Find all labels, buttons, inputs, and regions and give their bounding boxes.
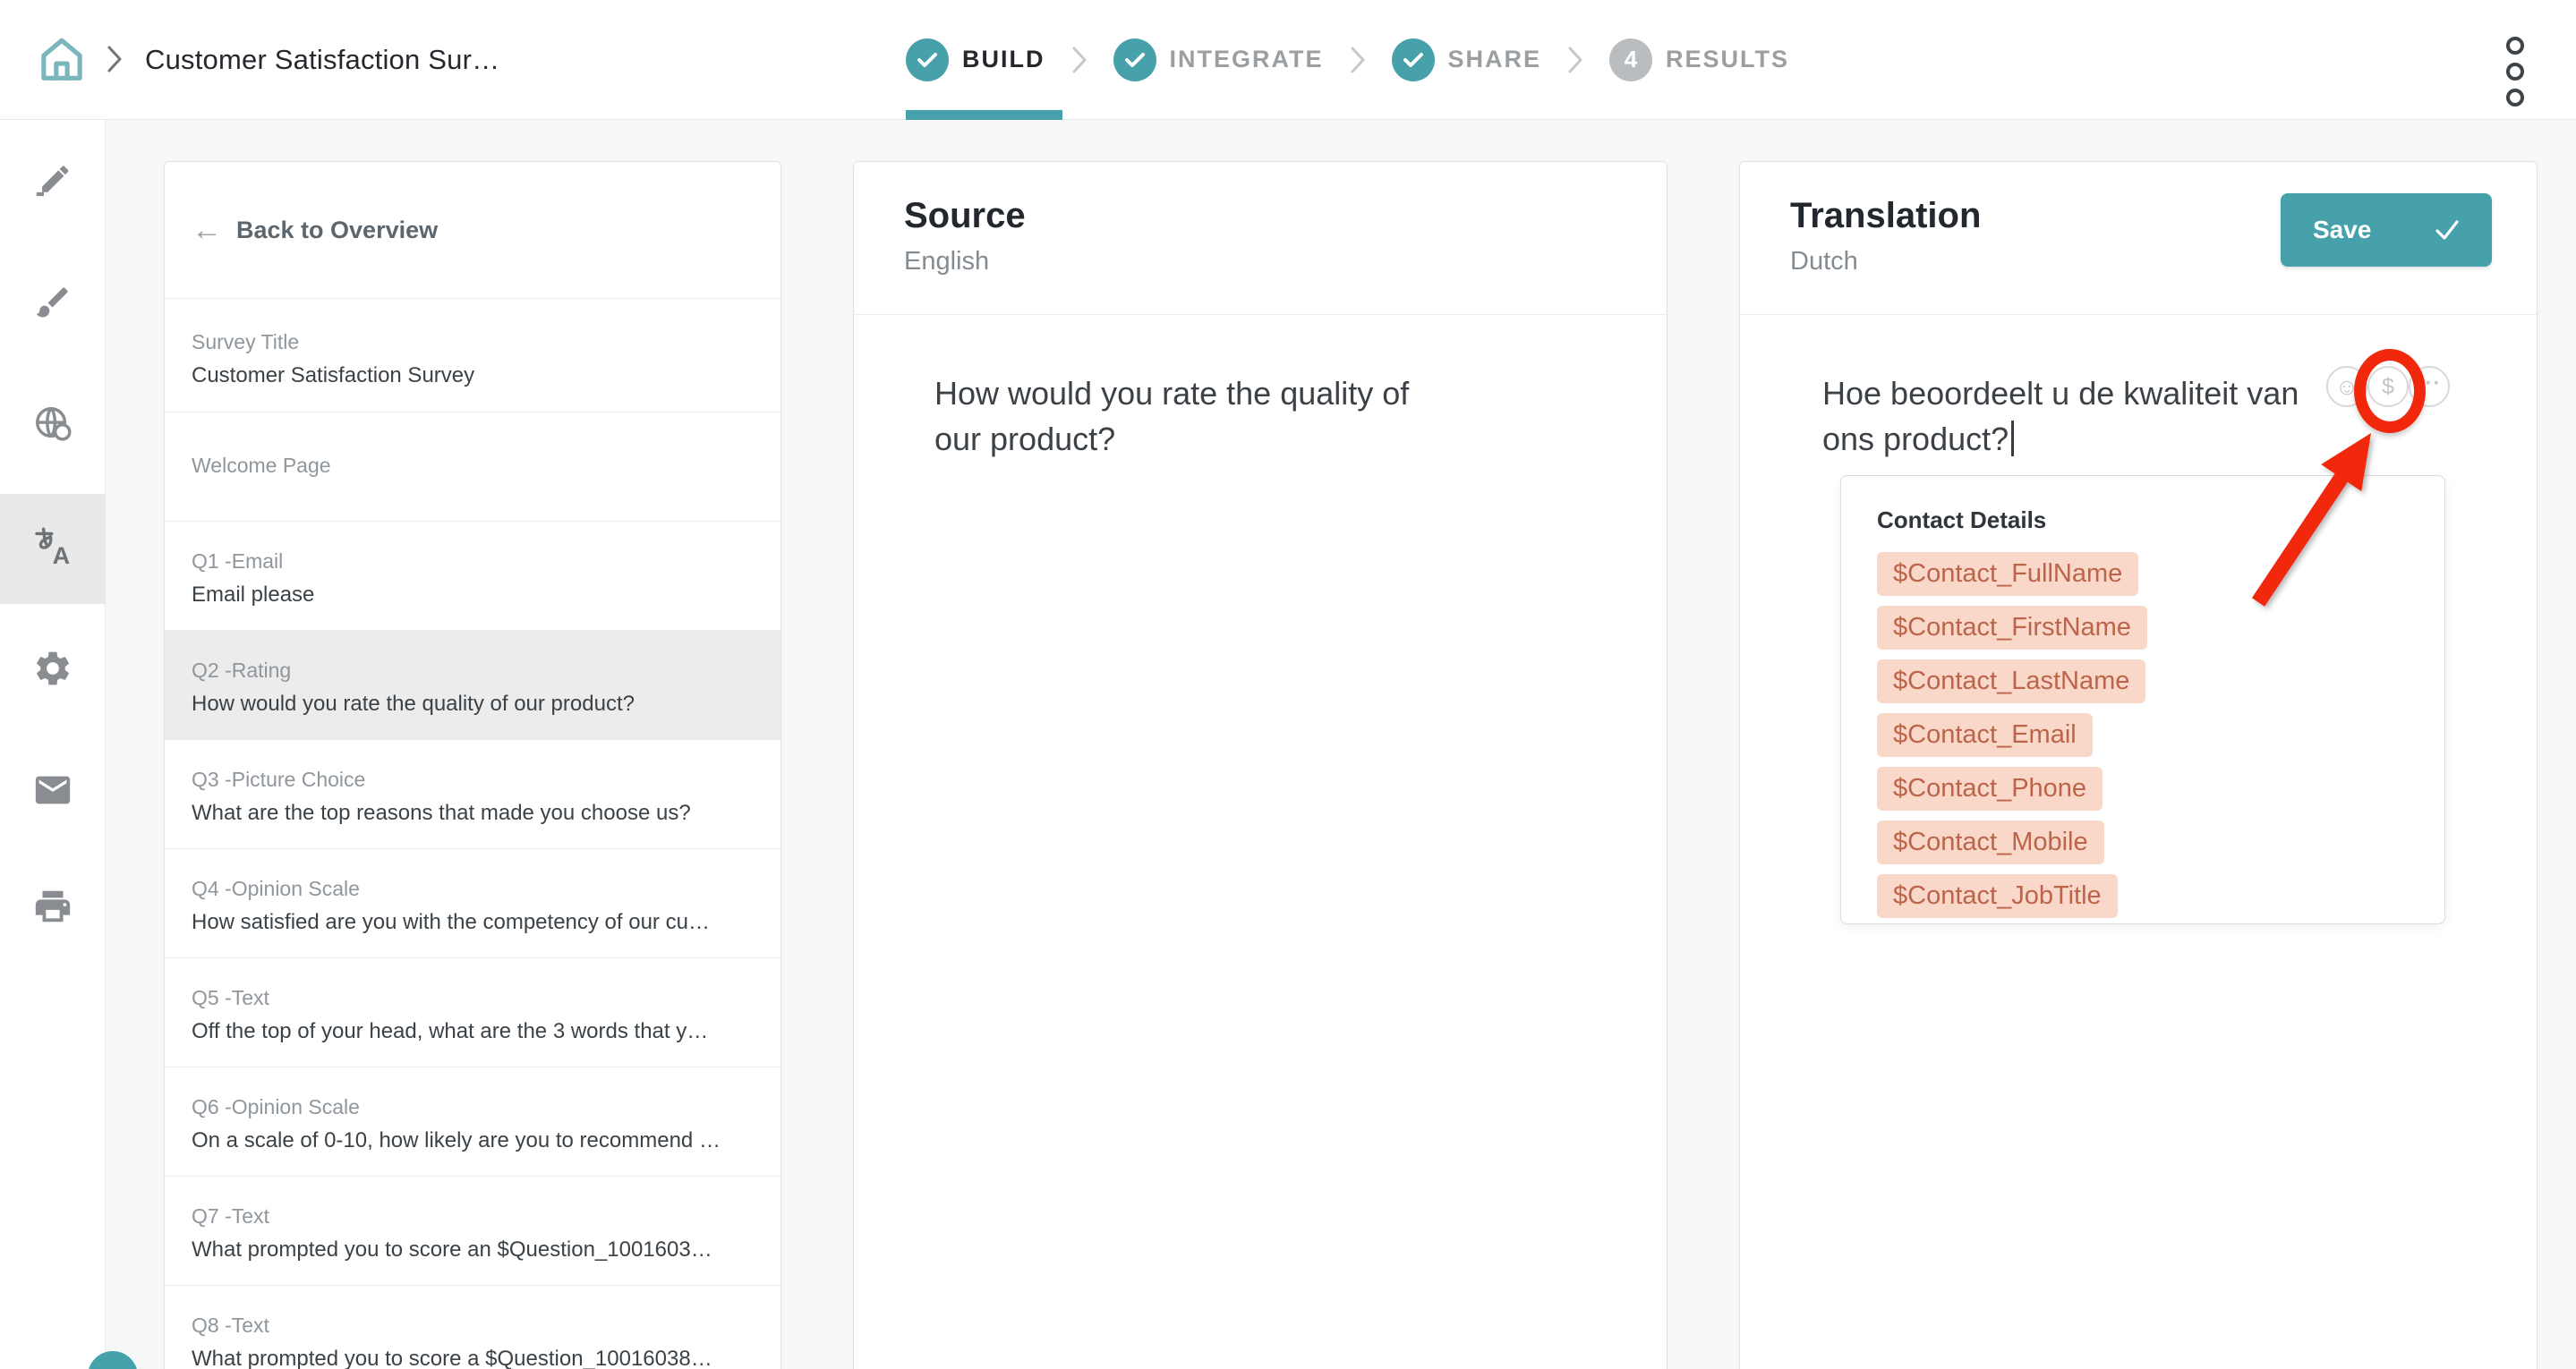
list-item-survey-title[interactable]: Survey Title Customer Satisfaction Surve… [165, 298, 780, 412]
globe-icon [32, 404, 73, 445]
list-item-label: Q4 -Opinion Scale [192, 877, 754, 901]
back-to-overview-label: Back to Overview [236, 217, 438, 244]
step-label: BUILD [962, 46, 1045, 73]
translate-icon: A [31, 524, 74, 567]
rail-item-edit[interactable] [0, 149, 105, 211]
variable-pill-firstname[interactable]: $Contact_FirstName [1877, 606, 2147, 650]
variable-pill-fullname[interactable]: $Contact_FullName [1877, 552, 2138, 596]
list-item-text: What are the top reasons that made you c… [192, 801, 754, 826]
list-item-q7[interactable]: Q7 -Text What prompted you to score an $… [165, 1176, 780, 1285]
list-item-label: Q7 -Text [192, 1204, 754, 1229]
back-arrow-icon: ← [192, 215, 222, 245]
list-item-text: Customer Satisfaction Survey [192, 363, 754, 388]
step-separator-icon [1351, 47, 1365, 73]
variable-pill-lastname[interactable]: $Contact_LastName [1877, 659, 2145, 703]
save-button-label: Save [2313, 216, 2371, 244]
rail-item-design[interactable] [0, 271, 105, 334]
breadcrumb-survey-title: Customer Satisfaction Sur… [145, 0, 499, 119]
source-question-line1: How would you rate the quality of [934, 370, 1471, 416]
list-item-label: Q8 -Text [192, 1314, 754, 1338]
check-icon [1113, 38, 1156, 81]
source-question-line2: our product? [934, 416, 1471, 462]
breadcrumb-chevron-icon [107, 46, 122, 72]
step-separator-icon [1072, 47, 1087, 73]
text-caret [2011, 421, 2014, 456]
variable-pill-phone[interactable]: $Contact_Phone [1877, 767, 2103, 811]
home-icon [38, 34, 86, 84]
check-icon [2435, 219, 2460, 241]
list-item-text: How satisfied are you with the competenc… [192, 910, 754, 935]
list-item-q4[interactable]: Q4 -Opinion Scale How satisfied are you … [165, 848, 780, 957]
source-language-label: English [904, 247, 1667, 276]
list-item-text: Email please [192, 582, 754, 608]
source-panel: Source English How would you rate the qu… [853, 161, 1668, 1369]
list-item-label: Q5 -Text [192, 986, 754, 1010]
list-item-label: Survey Title [192, 330, 754, 354]
source-panel-title: Source [904, 196, 1667, 236]
variable-pill-jobtitle[interactable]: $Contact_JobTitle [1877, 874, 2118, 918]
wizard-steps: BUILD INTEGRATE SHARE [906, 0, 1789, 119]
step-number-badge: 4 [1609, 38, 1652, 81]
source-panel-body: How would you rate the quality of our pr… [854, 315, 1667, 1369]
check-icon [906, 38, 949, 81]
list-item-q5[interactable]: Q5 -Text Off the top of your head, what … [165, 957, 780, 1067]
home-button[interactable] [38, 34, 86, 84]
list-item-q2-selected[interactable]: Q2 -Rating How would you rate the qualit… [165, 630, 780, 739]
list-item-label: Q6 -Opinion Scale [192, 1095, 754, 1119]
variable-pill-mobile[interactable]: $Contact_Mobile [1877, 821, 2104, 864]
kebab-menu-button[interactable] [2506, 37, 2524, 106]
rail-item-language[interactable] [0, 393, 105, 455]
list-item-text: What prompted you to score an $Question_… [192, 1237, 754, 1263]
step-build[interactable]: BUILD [906, 38, 1045, 81]
source-question-text: How would you rate the quality of our pr… [934, 370, 1471, 462]
step-integrate[interactable]: INTEGRATE [1113, 38, 1324, 81]
step-separator-icon [1568, 47, 1582, 73]
list-item-q6[interactable]: Q6 -Opinion Scale On a scale of 0-10, ho… [165, 1067, 780, 1176]
list-item-welcome-page[interactable]: Welcome Page [165, 412, 780, 521]
step-label: SHARE [1448, 46, 1542, 73]
rail-item-print[interactable] [0, 875, 105, 938]
source-panel-header: Source English [854, 162, 1667, 315]
kebab-dot-icon [2506, 37, 2524, 55]
translation-question-line1: Hoe beoordeelt u de kwaliteit van [1822, 370, 2341, 416]
question-list-panel: ← Back to Overview Survey Title Customer… [164, 161, 781, 1369]
left-icon-rail: A [0, 120, 106, 1369]
list-item-q3[interactable]: Q3 -Picture Choice What are the top reas… [165, 739, 780, 848]
step-label: INTEGRATE [1170, 46, 1324, 73]
annotation-red-arrow [2232, 417, 2393, 623]
list-item-q8[interactable]: Q8 -Text What prompted you to score a $Q… [165, 1285, 780, 1369]
step-label: RESULTS [1666, 46, 1789, 73]
app-window: Customer Satisfaction Sur… BUILD INTEGRA… [0, 0, 2576, 1369]
printer-icon [32, 886, 73, 927]
step-share[interactable]: SHARE [1392, 38, 1542, 81]
rail-item-settings[interactable] [0, 637, 105, 700]
variable-pill-email[interactable]: $Contact_Email [1877, 713, 2093, 757]
edit-pencil-icon [33, 160, 73, 200]
list-item-label: Q1 -Email [192, 549, 754, 574]
list-item-text: Off the top of your head, what are the 3… [192, 1019, 754, 1044]
paint-brush-icon [33, 283, 73, 322]
list-item-label: Q2 -Rating [192, 659, 754, 683]
save-button[interactable]: Save [2281, 193, 2492, 267]
rail-item-translate[interactable]: A [0, 514, 105, 577]
gear-icon [32, 648, 73, 689]
active-step-underline [906, 110, 1062, 120]
list-item-text: How would you rate the quality of our pr… [192, 692, 754, 717]
translation-panel-header: Translation Dutch Save [1740, 162, 2537, 315]
list-item-q1[interactable]: Q1 -Email Email please [165, 521, 780, 630]
list-item-label: Q3 -Picture Choice [192, 768, 754, 792]
kebab-dot-icon [2506, 63, 2524, 81]
back-to-overview-button[interactable]: ← Back to Overview [165, 162, 780, 298]
envelope-icon [32, 770, 73, 811]
list-item-label: Welcome Page [192, 454, 754, 478]
rail-item-email[interactable] [0, 759, 105, 821]
svg-text:A: A [52, 542, 70, 567]
top-header: Customer Satisfaction Sur… BUILD INTEGRA… [0, 0, 2576, 120]
list-item-text: On a scale of 0-10, how likely are you t… [192, 1128, 754, 1153]
list-item-text: What prompted you to score a $Question_1… [192, 1347, 754, 1369]
step-results[interactable]: 4 RESULTS [1609, 38, 1789, 81]
kebab-dot-icon [2506, 89, 2524, 106]
check-icon [1392, 38, 1435, 81]
